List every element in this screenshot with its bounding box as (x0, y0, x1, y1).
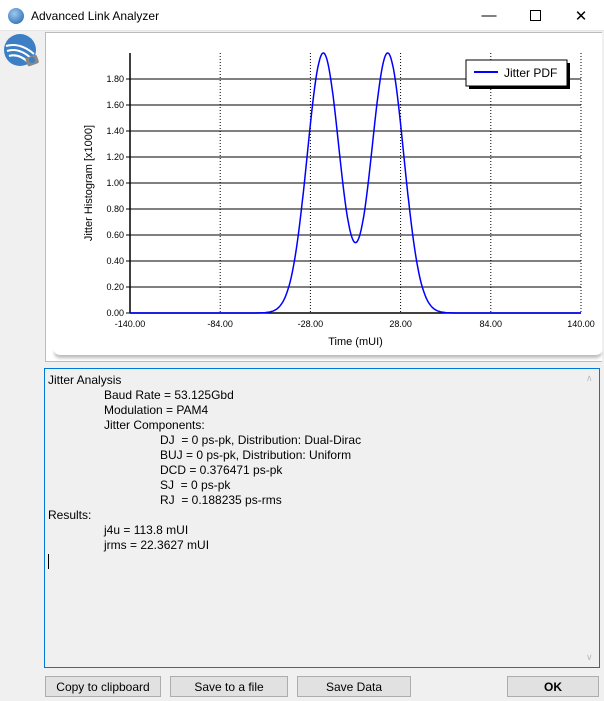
y-tick-label: 0.20 (106, 282, 124, 292)
components-label: Jitter Components: (104, 418, 205, 432)
vertical-scrollbar[interactable]: ∧ ∨ (582, 369, 599, 667)
window-title: Advanced Link Analyzer (31, 9, 160, 23)
chart-panel: 0.00 0.20 0.40 0.60 0.80 1.00 1.20 1.40 1.60 1.80… (45, 32, 602, 362)
x-tick-label: -140.00 (115, 319, 146, 329)
x-tick-label: 84.00 (480, 319, 503, 329)
y-tick-label: 1.40 (106, 126, 124, 136)
y-tick-label: 0.40 (106, 256, 124, 266)
jitter-chart: 0.00 0.20 0.40 0.60 0.80 1.00 1.20 1.40 1.60 1.80… (83, 52, 595, 348)
y-tick-label: 1.00 (106, 178, 124, 188)
text-caret (48, 554, 49, 569)
app-icon (8, 8, 24, 24)
minimize-button[interactable]: — (466, 0, 512, 31)
copy-to-clipboard-button[interactable]: Copy to clipboard (45, 676, 161, 697)
x-tick-label: -84.00 (207, 319, 233, 329)
results-textbox[interactable]: Jitter Analysis Baud Rate = 53.125Gbd Mo… (44, 368, 600, 668)
x-axis-label: Time (mUI) (328, 336, 383, 348)
j4u-line: j4u = 113.8 mUI (104, 523, 189, 537)
save-to-file-button[interactable]: Save to a file (170, 676, 288, 697)
scroll-down-icon: ∨ (586, 652, 593, 662)
x-tick-label: 28.00 (389, 319, 412, 329)
y-tick-label: 1.80 (106, 74, 124, 84)
y-tick-label: 1.20 (106, 152, 124, 162)
jrms-line: jrms = 22.3627 mUI (104, 538, 210, 552)
legend-label: Jitter PDF (504, 66, 557, 80)
rj-line: RJ = 0.188235 ps-rms (160, 493, 282, 507)
globe-logo-icon (4, 34, 39, 67)
sj-line: SJ = 0 ps-pk (160, 478, 231, 492)
save-data-button[interactable]: Save Data (297, 676, 411, 697)
report-heading: Jitter Analysis (48, 373, 122, 387)
x-tick-label: -28.00 (298, 319, 324, 329)
results-label: Results: (48, 508, 92, 522)
modulation: Modulation = PAM4 (104, 403, 209, 417)
y-tick-label: 0.00 (106, 308, 124, 318)
y-tick-label: 0.60 (106, 230, 124, 240)
close-icon: ✕ (574, 7, 588, 25)
maximize-button[interactable] (512, 0, 558, 31)
maximize-icon (529, 10, 541, 21)
y-tick-label: 0.80 (106, 204, 124, 214)
x-tick-label: 140.00 (567, 319, 595, 329)
dcd-line: DCD = 0.376471 ps-pk (160, 463, 283, 477)
baud-rate: Baud Rate = 53.125Gbd (104, 388, 234, 402)
ok-button[interactable]: OK (507, 676, 599, 697)
y-axis-label: Jitter Histogram [x1000] (83, 125, 95, 241)
dj-line: DJ = 0 ps-pk, Distribution: Dual-Dirac (160, 433, 362, 447)
close-button[interactable]: ✕ (558, 0, 604, 31)
y-tick-label: 1.60 (106, 100, 124, 110)
scroll-up-icon: ∧ (586, 373, 593, 383)
title-bar: Advanced Link Analyzer — ✕ (0, 0, 604, 31)
buj-line: BUJ = 0 ps-pk, Distribution: Uniform (160, 448, 352, 462)
minimize-icon: — (481, 7, 497, 24)
